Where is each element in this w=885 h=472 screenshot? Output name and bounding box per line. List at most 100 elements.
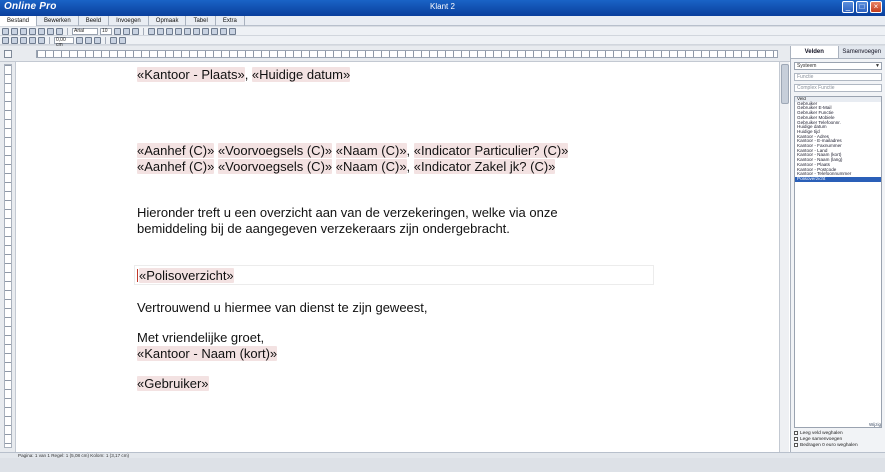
option-label: Lege samenvoegen: [800, 436, 843, 442]
numbering-icon[interactable]: [193, 27, 200, 35]
app-window: Online Pro Klant 2 _ □ × Bestand Bewerke…: [0, 0, 885, 472]
field-aanhef[interactable]: «Aanhef (C)»: [137, 159, 215, 174]
ruler-scale[interactable]: [36, 50, 778, 58]
maximize-button[interactable]: □: [856, 1, 868, 13]
fields-icon[interactable]: [119, 36, 126, 44]
field-naam[interactable]: «Naam (C)»: [335, 159, 407, 174]
bottom-background: [0, 458, 885, 472]
table-insert-icon[interactable]: [2, 36, 9, 44]
close-button[interactable]: ×: [870, 1, 882, 13]
new-document-icon[interactable]: [2, 27, 9, 35]
field-aanhef[interactable]: «Aanhef (C)»: [137, 143, 215, 158]
vertical-ruler: [0, 62, 16, 452]
border-icon[interactable]: [76, 36, 83, 44]
preview-icon[interactable]: [38, 27, 45, 35]
checkbox[interactable]: [794, 431, 798, 435]
complex-function-input[interactable]: Complex Functie: [794, 84, 882, 92]
salutation-line-particulier: «Aanhef (C)» «Voorvoegsels (C)» «Naam (C…: [137, 143, 569, 158]
cell-align-icon[interactable]: [94, 36, 101, 44]
field-list[interactable]: Veld Gebruiker Gebruiker E-Mail Gebruike…: [794, 96, 882, 428]
option-label: Leeg veld weghalen: [800, 430, 843, 436]
field-indicator-particulier[interactable]: «Indicator Particulier? (C)»: [413, 143, 569, 158]
menu-opmaak[interactable]: Opmaak: [149, 16, 187, 26]
italic-icon[interactable]: [123, 27, 130, 35]
save-icon[interactable]: [20, 27, 27, 35]
text-cursor: [137, 269, 138, 282]
table-merge-icon[interactable]: [29, 36, 36, 44]
body-text-line: Hieronder treft u een overzicht aan van …: [137, 205, 558, 220]
menu-tabel[interactable]: Tabel: [186, 16, 216, 26]
formatting-toolbar: Arial 10: [0, 27, 885, 36]
font-color-icon[interactable]: [220, 27, 227, 35]
title-bar: Online Pro Klant 2 _ □ ×: [0, 0, 885, 16]
fields-panel: Velden Samenvoegen Systeem ▼ Functie Com…: [790, 46, 885, 452]
greeting-text: Met vriendelijke groet,: [137, 330, 265, 345]
field-voorvoegsels[interactable]: «Voorvoegsels (C)»: [217, 143, 333, 158]
align-left-icon[interactable]: [148, 27, 155, 35]
align-right-icon[interactable]: [166, 27, 173, 35]
checkbox[interactable]: [794, 443, 798, 447]
table-split-icon[interactable]: [38, 36, 45, 44]
chevron-down-icon: ▼: [875, 63, 880, 69]
field-gebruiker[interactable]: «Gebruiker»: [137, 376, 209, 391]
font-size-select[interactable]: 10: [100, 27, 112, 35]
menu-extra[interactable]: Extra: [216, 16, 245, 26]
option-row[interactable]: Bedragen 0 euro weghalen: [794, 442, 882, 448]
menu-bestand[interactable]: Bestand: [0, 16, 38, 26]
body-text-line: bemiddeling bij de aangegeven verzekeraa…: [137, 221, 510, 236]
address-line: «Kantoor - Plaats», «Huidige datum»: [137, 67, 351, 82]
closing-text: Vertrouwend u hiermee van dienst te zijn…: [137, 300, 428, 315]
wijzig-link[interactable]: Wijzig: [869, 422, 881, 427]
polis-line: «Polisoverzicht»: [137, 268, 234, 284]
toolbar-separator: [143, 27, 144, 35]
font-select[interactable]: Arial: [72, 27, 98, 35]
field-voorvoegsels[interactable]: «Voorvoegsels (C)»: [217, 159, 333, 174]
redo-icon[interactable]: [56, 27, 63, 35]
option-label: Bedragen 0 euro weghalen: [800, 442, 858, 448]
menu-beeld[interactable]: Beeld: [79, 16, 110, 26]
window-controls: _ □ ×: [842, 1, 882, 13]
field-polisoverzicht[interactable]: «Polisoverzicht»: [139, 268, 234, 283]
align-center-icon[interactable]: [157, 27, 164, 35]
indent-input[interactable]: 0,00 cm: [54, 36, 74, 47]
field-huidige-datum[interactable]: «Huidige datum»: [251, 67, 351, 82]
bullets-icon[interactable]: [184, 27, 191, 35]
horizontal-ruler[interactable]: [0, 46, 790, 62]
scrollbar-thumb[interactable]: [781, 64, 789, 104]
open-icon[interactable]: [11, 27, 18, 35]
field-indicator-zakelijk[interactable]: «Indicator Zakel jk? (C)»: [413, 159, 556, 174]
menu-invoegen[interactable]: Invoegen: [109, 16, 149, 26]
panel-tabs: Velden Samenvoegen: [791, 46, 885, 59]
print-icon[interactable]: [29, 27, 36, 35]
indent-icon[interactable]: [211, 27, 218, 35]
bold-icon[interactable]: [114, 27, 121, 35]
signature-line: «Kantoor - Naam (kort)»: [137, 346, 278, 362]
list-item-selected[interactable]: Polisoverzicht: [795, 176, 881, 182]
undo-icon[interactable]: [47, 27, 54, 35]
justify-icon[interactable]: [175, 27, 182, 35]
field-kantoor-naam[interactable]: «Kantoor - Naam (kort)»: [137, 346, 278, 361]
checkbox[interactable]: [794, 437, 798, 441]
tab-velden[interactable]: Velden: [791, 46, 839, 58]
tab-stop-selector[interactable]: [4, 50, 12, 58]
vertical-scrollbar[interactable]: [779, 62, 789, 452]
minimize-button[interactable]: _: [842, 1, 854, 13]
tab-samenvoegen[interactable]: Samenvoegen: [838, 46, 885, 58]
function-input[interactable]: Functie: [794, 73, 882, 81]
table-column-icon[interactable]: [20, 36, 27, 44]
menu-bewerken[interactable]: Bewerken: [37, 16, 79, 26]
user-line: «Gebruiker»: [137, 376, 209, 392]
table-row-icon[interactable]: [11, 36, 18, 44]
shading-icon[interactable]: [85, 36, 92, 44]
document-editor[interactable]: «Kantoor - Plaats», «Huidige datum» «Aan…: [16, 62, 790, 452]
toolbar-separator: [105, 36, 106, 44]
underline-icon[interactable]: [132, 27, 139, 35]
paragraph-icon[interactable]: [229, 27, 236, 35]
category-select[interactable]: Systeem ▼: [794, 62, 882, 70]
field-naam[interactable]: «Naam (C)»: [335, 143, 407, 158]
category-value: Systeem: [797, 63, 817, 69]
grid-icon[interactable]: [110, 36, 117, 44]
outdent-icon[interactable]: [202, 27, 209, 35]
field-kantoor-plaats[interactable]: «Kantoor - Plaats»: [137, 67, 245, 82]
window-title: Klant 2: [430, 2, 455, 11]
